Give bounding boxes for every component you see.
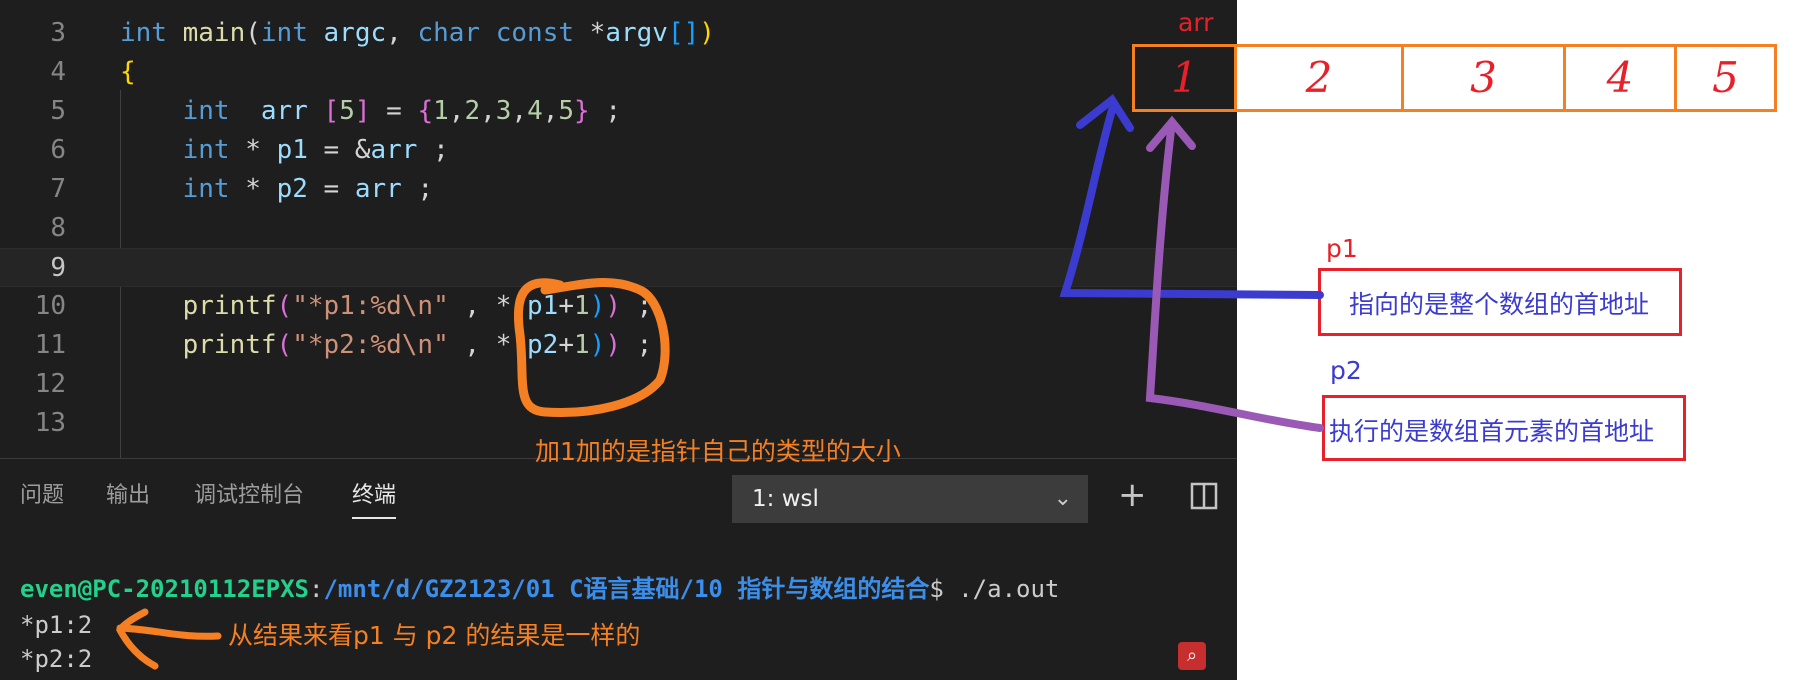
- terminal-path: /mnt/d/GZ2123/01 C语言基础/10 指针与数组的结合: [323, 575, 930, 603]
- p2-description-box: 执行的是数组首元素的首地址: [1322, 395, 1686, 461]
- split-icon[interactable]: [1190, 479, 1218, 519]
- line-number: 13: [34, 408, 66, 438]
- tab-terminal[interactable]: 终端: [352, 477, 397, 519]
- code-line[interactable]: 7 int * p2 = arr ;: [0, 170, 1237, 209]
- code-line[interactable]: 4{: [0, 53, 1237, 92]
- line-number: 3: [50, 18, 66, 48]
- terminal-separator: :: [308, 575, 324, 603]
- line-number: 9: [50, 253, 66, 283]
- terminal-select-value: 1: wsl: [752, 486, 819, 512]
- code-text: int arr [5] = {1,2,3,4,5} ;: [182, 96, 621, 126]
- result-note: 从结果来看p1 与 p2 的结果是一样的: [228, 621, 641, 650]
- plus-one-note: 加1加的是指针自己的类型的大小: [535, 437, 901, 466]
- line-number: 11: [34, 330, 66, 360]
- line-number: 5: [50, 96, 66, 126]
- code-text: {: [120, 57, 136, 87]
- terminal-user: even@PC-20210112EPXS: [20, 575, 309, 603]
- line-number: 6: [50, 135, 66, 165]
- array-cell: 4: [1563, 44, 1677, 112]
- code-text: int main(int argc, char const *argv[]): [120, 18, 715, 48]
- tab-debug-console[interactable]: 调试控制台: [194, 477, 304, 509]
- arr-label: arr: [1178, 8, 1214, 37]
- code-line[interactable]: 10 printf("*p1:%d\n" , *(p1+1)) ;: [0, 287, 1237, 326]
- terminal-output-p2: *p2:2: [20, 645, 93, 673]
- code-line[interactable]: 12: [0, 365, 1237, 404]
- code-text: printf("*p1:%d\n" , *(p1+1)) ;: [182, 291, 653, 321]
- array-cell: 3: [1401, 44, 1566, 112]
- code-line[interactable]: 9: [0, 248, 1237, 287]
- terminal-prompt-line: even@PC-20210112EPXS:/mnt/d/GZ2123/01 C语…: [20, 569, 1059, 604]
- tab-output[interactable]: 输出: [106, 477, 150, 509]
- plus-icon[interactable]: +: [1118, 475, 1147, 515]
- vscode-window: 3 int main(int argc, char const *argv[]) 4…: [0, 0, 1237, 680]
- terminal-output-p1: *p1:2: [20, 611, 93, 639]
- code-line[interactable]: 8: [0, 209, 1237, 248]
- array-cell: 2: [1234, 44, 1404, 112]
- line-number: 12: [34, 369, 66, 399]
- line-number: 8: [50, 213, 66, 243]
- line-number: 4: [50, 57, 66, 87]
- array-cell: 1: [1132, 44, 1237, 112]
- code-editor[interactable]: 3 int main(int argc, char const *argv[]) 4…: [0, 0, 1237, 458]
- code-text: int * p1 = &arr ;: [182, 135, 449, 165]
- p2-description: 执行的是数组首元素的首地址: [1329, 417, 1655, 446]
- p1-description: 指向的是整个数组的首地址: [1349, 290, 1650, 319]
- code-text: int * p2 = arr ;: [182, 174, 434, 204]
- array-cell: 5: [1674, 44, 1777, 112]
- line-number: 7: [50, 174, 66, 204]
- tab-problems[interactable]: 问题: [20, 477, 64, 509]
- p1-description-box: 指向的是整个数组的首地址: [1318, 268, 1682, 336]
- p1-label: p1: [1326, 234, 1358, 263]
- code-line[interactable]: 3 int main(int argc, char const *argv[]): [0, 14, 1237, 53]
- code-line[interactable]: 6 int * p1 = &arr ;: [0, 131, 1237, 170]
- terminal-command: $ ./a.out: [929, 575, 1060, 603]
- terminal-select[interactable]: 1: wsl ⌄: [732, 475, 1088, 523]
- code-text: printf("*p2:%d\n" , *(p2+1)) ;: [182, 330, 653, 360]
- chevron-down-icon: ⌄: [1053, 486, 1072, 511]
- search-icon[interactable]: ⌕: [1178, 642, 1206, 670]
- line-number: 10: [34, 291, 66, 321]
- code-line[interactable]: 11 printf("*p2:%d\n" , *(p2+1)) ;: [0, 326, 1237, 365]
- code-line[interactable]: 5 int arr [5] = {1,2,3,4,5} ;: [0, 92, 1237, 131]
- array-diagram: 1 2 3 4 5: [1132, 44, 1787, 112]
- p2-label: p2: [1330, 356, 1362, 385]
